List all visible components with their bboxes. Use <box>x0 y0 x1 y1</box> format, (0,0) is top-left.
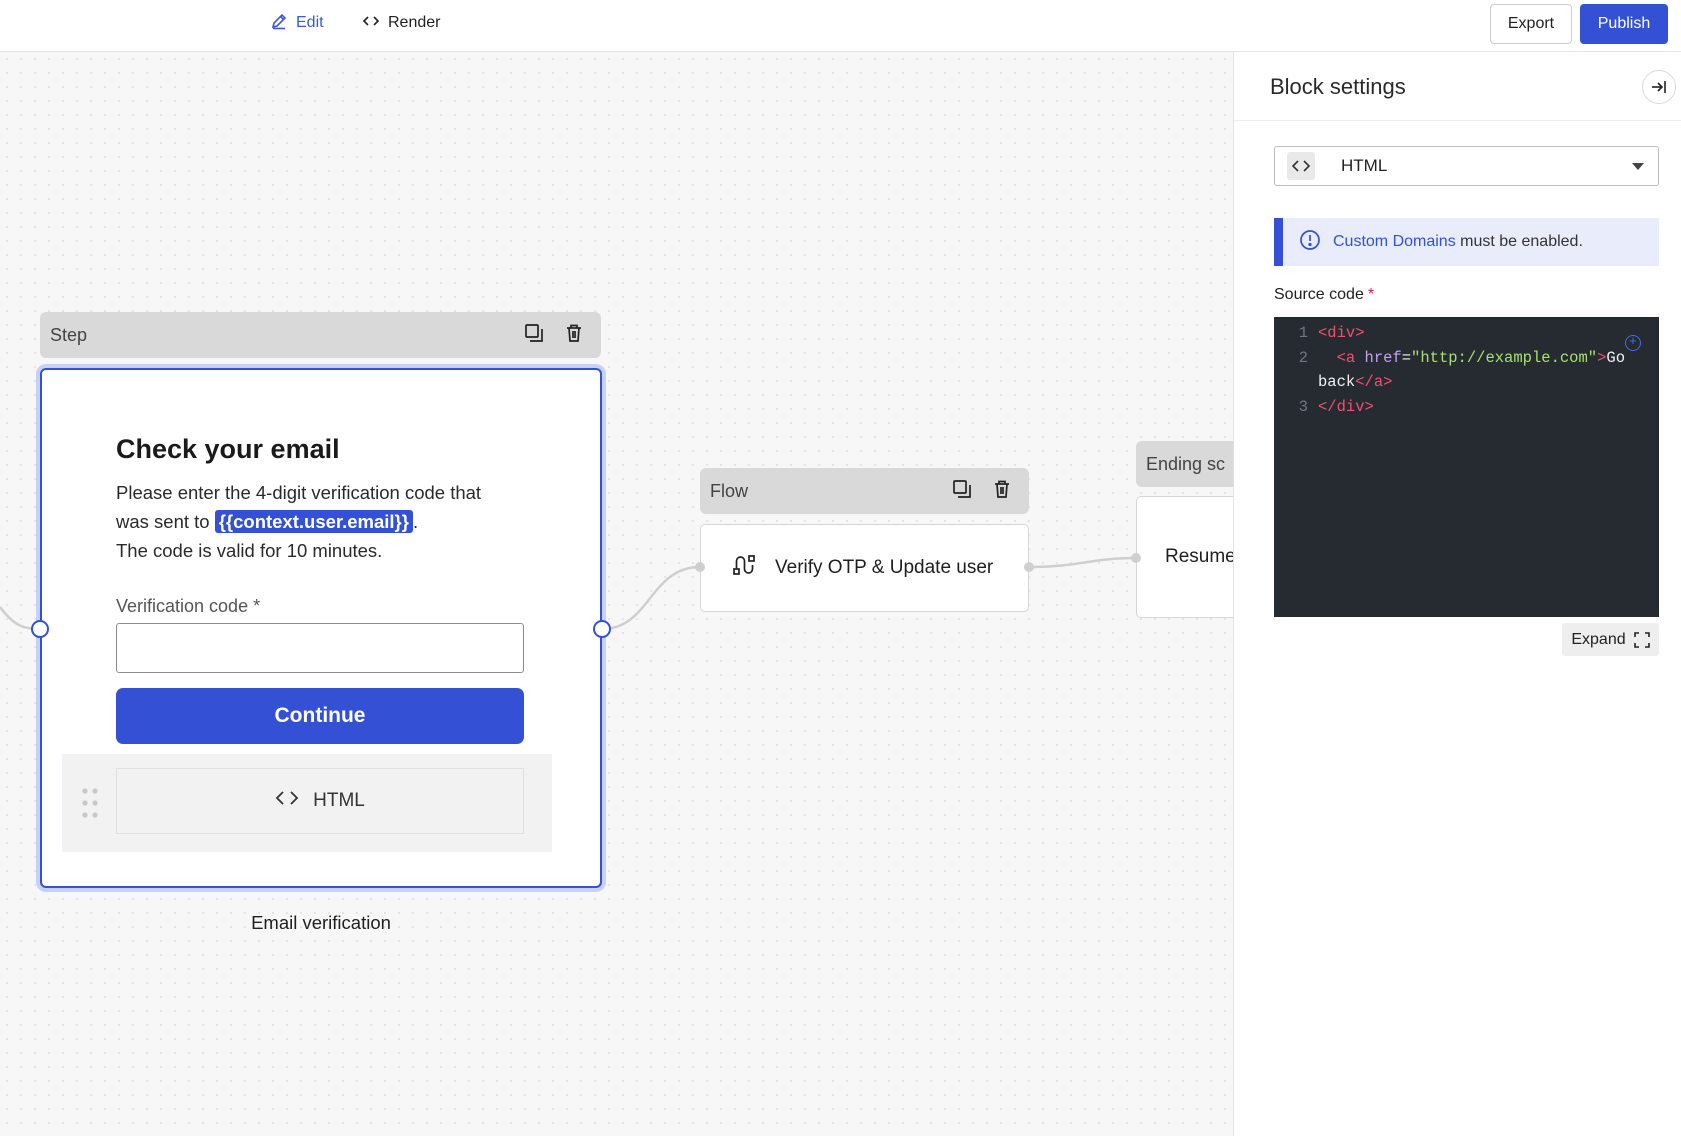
step-header-label: Step <box>50 324 88 345</box>
flow-input-port[interactable] <box>695 562 705 572</box>
trash-icon[interactable] <box>563 322 585 349</box>
line-number <box>1274 370 1308 395</box>
code-token: </a> <box>1355 373 1393 391</box>
tab-edit-label: Edit <box>296 14 324 31</box>
code-token: href <box>1364 348 1402 367</box>
top-toolbar: Edit Render Export Publish <box>0 0 1681 52</box>
drag-handle-icon[interactable] <box>78 786 102 820</box>
line-number: 2 <box>1298 348 1308 367</box>
step-description: Please enter the 4-digit verification co… <box>116 478 496 565</box>
code-token: back <box>1318 373 1356 391</box>
flow-canvas[interactable]: Step Check your email Please enter the 4… <box>0 52 1233 1136</box>
export-button[interactable]: Export <box>1490 4 1572 44</box>
ending-node-card[interactable]: Resume <box>1136 496 1233 618</box>
source-code-label: Source code * <box>1274 286 1374 304</box>
collapse-right-icon <box>1652 81 1666 93</box>
tab-render-label: Render <box>388 14 441 31</box>
code-text: back</a> <box>1308 370 1392 395</box>
step-node-card[interactable]: Check your email Please enter the 4-digi… <box>40 368 602 888</box>
notice-suffix: must be enabled. <box>1455 233 1583 250</box>
code-line[interactable]: 3 </div> <box>1274 395 1659 420</box>
code-icon <box>362 12 380 35</box>
html-block[interactable]: HTML <box>116 768 524 834</box>
custom-domains-notice: Custom Domains must be enabled. <box>1274 218 1659 266</box>
line-number: 1 <box>1298 324 1308 342</box>
code-line[interactable]: back</a> <box>1274 370 1659 395</box>
publish-button[interactable]: Publish <box>1580 4 1668 44</box>
tab-render[interactable]: Render <box>362 10 440 36</box>
copy-icon[interactable] <box>951 478 973 505</box>
code-token: </div> <box>1318 397 1374 416</box>
code-token: <div> <box>1318 324 1365 342</box>
ending-node-label: Resume <box>1165 546 1233 567</box>
tab-edit[interactable]: Edit <box>270 10 324 36</box>
copy-icon[interactable] <box>523 322 545 349</box>
code-token: <a <box>1336 348 1365 367</box>
collapse-panel-button[interactable] <box>1642 70 1676 104</box>
ending-node-header[interactable]: Ending sc <box>1136 441 1233 487</box>
chevron-down-icon <box>1632 163 1644 170</box>
html-block-row[interactable]: HTML <box>62 754 552 852</box>
panel-divider <box>1234 120 1681 121</box>
line-number: 3 <box>1298 397 1308 416</box>
code-line[interactable]: 1 <div> <box>1274 321 1659 346</box>
add-icon[interactable]: + <box>1625 335 1641 351</box>
step-output-port[interactable] <box>593 620 611 638</box>
continue-button[interactable]: Continue <box>116 688 524 744</box>
ending-header-label: Ending sc <box>1146 453 1226 474</box>
step-input-port[interactable] <box>31 620 49 638</box>
code-line[interactable]: 2 <a href="http://example.com">Go <box>1274 346 1659 371</box>
context-variable-chip: {{context.user.email}} <box>214 510 413 533</box>
expand-icon <box>1633 631 1650 648</box>
code-text: <a href="http://example.com">Go <box>1308 346 1625 371</box>
verification-code-input[interactable] <box>116 623 524 673</box>
code-token: "http://example.com" <box>1411 348 1598 367</box>
verification-code-label: Verification code * <box>116 596 261 616</box>
code-text: </div> <box>1308 395 1374 420</box>
code-text: <div> <box>1308 321 1365 346</box>
html-block-label: HTML <box>313 790 365 811</box>
source-code-editor[interactable]: + 1 <div> 2 <a href="http://example.com">G… <box>1274 317 1659 617</box>
block-type-value: HTML <box>1341 156 1388 175</box>
flow-node-card[interactable]: Verify OTP & Update user <box>700 524 1029 612</box>
step-desc-validity: The code is valid for 10 minutes. <box>116 540 383 561</box>
code-token: = <box>1401 348 1412 367</box>
trash-icon[interactable] <box>991 478 1013 505</box>
ending-input-port[interactable] <box>1131 553 1141 563</box>
flow-node-header[interactable]: Flow <box>700 468 1029 514</box>
code-token: > <box>1597 348 1607 367</box>
info-icon <box>1299 229 1321 256</box>
flow-node-label: Verify OTP & Update user <box>775 557 994 578</box>
code-icon <box>275 788 299 814</box>
block-settings-panel: Block settings HTML Custom Domains must … <box>1233 52 1681 1136</box>
source-code-label-text: Source code <box>1274 286 1364 303</box>
flow-output-port[interactable] <box>1024 562 1034 572</box>
notice-text: Custom Domains must be enabled. <box>1333 233 1583 251</box>
panel-title: Block settings <box>1270 74 1406 99</box>
step-desc-period: . <box>412 511 419 532</box>
step-title: Check your email <box>116 434 340 464</box>
expand-button[interactable]: Expand <box>1562 623 1659 656</box>
custom-domains-link[interactable]: Custom Domains <box>1333 233 1456 250</box>
expand-label: Expand <box>1571 630 1626 648</box>
code-icon <box>1287 152 1315 180</box>
flow-header-label: Flow <box>710 480 749 501</box>
code-token: Go <box>1606 348 1625 367</box>
required-asterisk: * <box>1367 286 1375 303</box>
step-caption: Email verification <box>251 912 391 933</box>
block-type-select[interactable]: HTML <box>1274 146 1659 186</box>
pencil-icon <box>270 12 288 35</box>
step-node-header[interactable]: Step <box>40 312 601 358</box>
flow-icon <box>731 552 757 584</box>
